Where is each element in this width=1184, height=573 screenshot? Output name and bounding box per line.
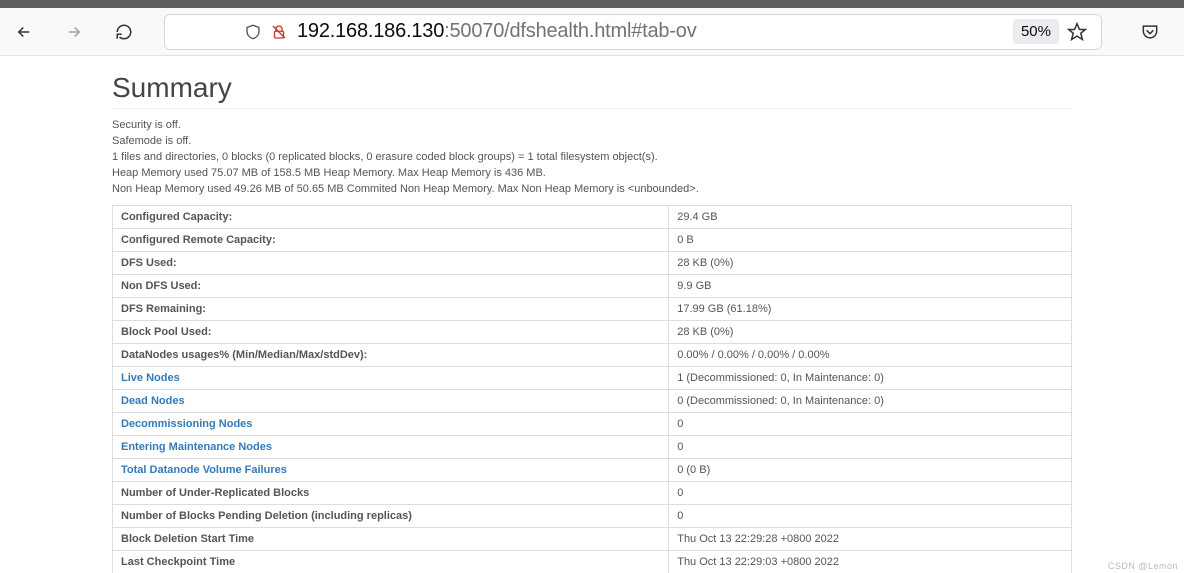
row-value: 29.4 GB: [669, 206, 1072, 229]
table-row: Non DFS Used:9.9 GB: [113, 275, 1072, 298]
row-value: 28 KB (0%): [669, 252, 1072, 275]
table-row: Block Deletion Start TimeThu Oct 13 22:2…: [113, 528, 1072, 551]
row-label: DFS Remaining:: [113, 298, 669, 321]
row-label[interactable]: Total Datanode Volume Failures: [113, 459, 669, 482]
page-content: Summary Security is off. Safemode is off…: [0, 56, 1184, 573]
table-row: Decommissioning Nodes 0: [113, 413, 1072, 436]
row-value: 17.99 GB (61.18%): [669, 298, 1072, 321]
row-value: 9.9 GB: [669, 275, 1072, 298]
files-status: 1 files and directories, 0 blocks (0 rep…: [112, 151, 1072, 163]
table-row: DFS Remaining:17.99 GB (61.18%): [113, 298, 1072, 321]
bookmark-star-icon[interactable]: [1067, 22, 1087, 42]
row-label[interactable]: Decommissioning Nodes: [113, 413, 669, 436]
row-value: Thu Oct 13 22:29:28 +0800 2022: [669, 528, 1072, 551]
row-link[interactable]: Decommissioning Nodes: [121, 418, 252, 430]
address-bar[interactable]: 192.168.186.130:50070/dfshealth.html#tab…: [164, 14, 1102, 50]
row-label: Last Checkpoint Time: [113, 551, 669, 573]
row-label: DataNodes usages% (Min/Median/Max/stdDev…: [113, 344, 669, 367]
tabstrip: [0, 0, 1184, 8]
row-link[interactable]: Total Datanode Volume Failures: [121, 464, 287, 476]
table-row: DataNodes usages% (Min/Median/Max/stdDev…: [113, 344, 1072, 367]
row-label: Block Pool Used:: [113, 321, 669, 344]
row-link[interactable]: Entering Maintenance Nodes: [121, 441, 272, 453]
table-row: Configured Capacity:29.4 GB: [113, 206, 1072, 229]
row-value: 0: [669, 482, 1072, 505]
watermark: CSDN @Lemon: [1108, 561, 1178, 571]
table-row: Number of Under-Replicated Blocks0: [113, 482, 1072, 505]
row-label: Number of Blocks Pending Deletion (inclu…: [113, 505, 669, 528]
shield-icon: [243, 22, 263, 42]
row-value: Thu Oct 13 22:29:03 +0800 2022: [669, 551, 1072, 573]
summary-table: Configured Capacity:29.4 GBConfigured Re…: [112, 205, 1072, 573]
row-label: DFS Used:: [113, 252, 669, 275]
table-row: Number of Blocks Pending Deletion (inclu…: [113, 505, 1072, 528]
row-label[interactable]: Live Nodes: [113, 367, 669, 390]
reload-button[interactable]: [114, 22, 134, 42]
row-value: 0 B: [669, 229, 1072, 252]
table-row: Configured Remote Capacity:0 B: [113, 229, 1072, 252]
table-row: Block Pool Used:28 KB (0%): [113, 321, 1072, 344]
row-label[interactable]: Dead Nodes: [113, 390, 669, 413]
divider: [112, 108, 1072, 109]
row-value: 0 (Decommissioned: 0, In Maintenance: 0): [669, 390, 1072, 413]
heap-status: Heap Memory used 75.07 MB of 158.5 MB He…: [112, 167, 1072, 179]
row-link[interactable]: Dead Nodes: [121, 395, 185, 407]
row-label: Configured Capacity:: [113, 206, 669, 229]
row-value: 1 (Decommissioned: 0, In Maintenance: 0): [669, 367, 1072, 390]
url-text: 192.168.186.130:50070/dfshealth.html#tab…: [297, 20, 697, 43]
row-label: Number of Under-Replicated Blocks: [113, 482, 669, 505]
url-path: :50070/dfshealth.html#tab-ov: [444, 20, 696, 42]
row-value: 28 KB (0%): [669, 321, 1072, 344]
safemode-status: Safemode is off.: [112, 135, 1072, 147]
page-title: Summary: [112, 72, 1072, 104]
nonheap-status: Non Heap Memory used 49.26 MB of 50.65 M…: [112, 183, 1072, 195]
table-row: Entering Maintenance Nodes 0: [113, 436, 1072, 459]
row-label[interactable]: Entering Maintenance Nodes: [113, 436, 669, 459]
row-link[interactable]: Live Nodes: [121, 372, 180, 384]
row-label: Non DFS Used:: [113, 275, 669, 298]
row-value: 0: [669, 413, 1072, 436]
url-host: 192.168.186.130: [297, 20, 444, 42]
forward-button[interactable]: [64, 22, 84, 42]
table-row: Last Checkpoint TimeThu Oct 13 22:29:03 …: [113, 551, 1072, 573]
table-row: Live Nodes 1 (Decommissioned: 0, In Maint…: [113, 367, 1072, 390]
table-row: Total Datanode Volume Failures 0 (0 B): [113, 459, 1072, 482]
row-label: Block Deletion Start Time: [113, 528, 669, 551]
row-value: 0: [669, 505, 1072, 528]
table-row: Dead Nodes 0 (Decommissioned: 0, In Maint…: [113, 390, 1072, 413]
security-status: Security is off.: [112, 119, 1072, 131]
pocket-icon[interactable]: [1140, 22, 1160, 42]
row-label: Configured Remote Capacity:: [113, 229, 669, 252]
row-value: 0 (0 B): [669, 459, 1072, 482]
row-value: 0: [669, 436, 1072, 459]
browser-toolbar: 192.168.186.130:50070/dfshealth.html#tab…: [0, 8, 1184, 56]
back-button[interactable]: [14, 22, 34, 42]
table-row: DFS Used:28 KB (0%): [113, 252, 1072, 275]
row-value: 0.00% / 0.00% / 0.00% / 0.00%: [669, 344, 1072, 367]
zoom-badge[interactable]: 50%: [1013, 19, 1059, 44]
insecure-lock-icon: [269, 22, 289, 42]
